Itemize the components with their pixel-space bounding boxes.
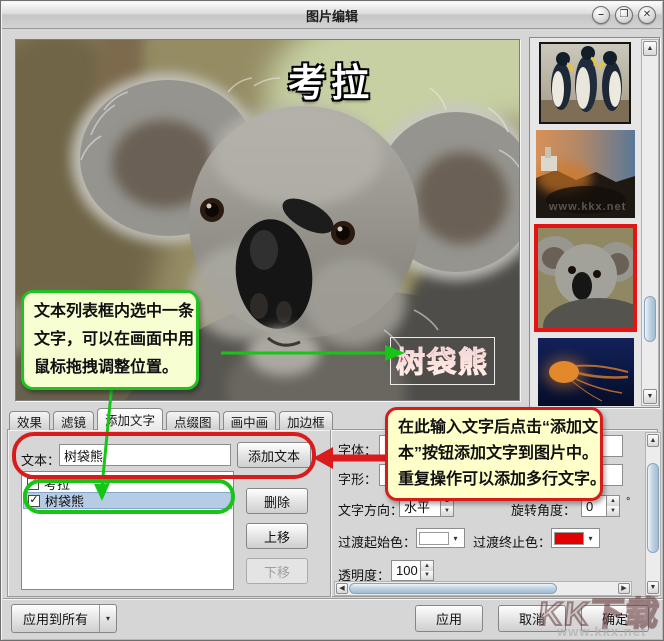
canvas-text-shudaixiong: 树袋熊 (395, 347, 490, 380)
list-item-shudaixiong[interactable]: ✓ 树袋熊 (23, 492, 232, 509)
callout-line: 鼠标拖拽调整位置。 (34, 359, 179, 376)
apply-to-all-label: 应用到所有 (22, 612, 88, 627)
apply-button[interactable]: 应用 (415, 605, 483, 632)
spin-down-icon[interactable]: ▼ (441, 506, 453, 516)
callout-line: 在此输入文字后点击“添加文 (398, 419, 599, 436)
titlebar[interactable]: 图片编辑 – ❐ ✕ (2, 2, 662, 29)
dropdown-icon[interactable]: ▾ (584, 534, 597, 543)
move-down-button[interactable]: 下移 (246, 558, 308, 584)
opacity-spinner[interactable]: 100 ▲ ▼ (391, 560, 434, 581)
move-up-button[interactable]: 上移 (246, 523, 308, 549)
add-text-button[interactable]: 添加文本 (237, 442, 311, 468)
tab-add-border[interactable]: 加边框 (279, 411, 333, 430)
sidebar-watermark: www.kkx.net (549, 201, 627, 213)
callout-line: 本”按钮添加文字到图片中。 (398, 444, 599, 462)
tab-picture-in-picture[interactable]: 画中画 (222, 411, 277, 430)
scroll-left-icon[interactable]: ◀ (336, 583, 348, 594)
tab-add-text[interactable]: 添加文字 (97, 408, 164, 430)
image-edit-dialog: 图片编辑 – ❐ ✕ 考拉 树袋熊 ▲ ▼ www.kkx.net 效果 滤镜 … (0, 0, 664, 641)
sidebar-scrollbar[interactable]: ▲ ▼ (641, 39, 659, 406)
scroll-down-icon[interactable]: ▼ (643, 389, 657, 404)
gradient-start-color-picker[interactable]: ▾ (416, 528, 465, 548)
list-item-koala[interactable]: ✓ 考拉 (23, 475, 232, 492)
checkbox-shudaixiong[interactable]: ✓ (28, 494, 40, 507)
maximize-icon[interactable]: ❐ (615, 6, 633, 24)
dropdown-icon[interactable]: ▾ (99, 605, 116, 632)
style-label: 字形： (338, 472, 378, 487)
scroll-up-icon[interactable]: ▲ (647, 434, 659, 447)
checkbox-koala[interactable]: ✓ (27, 477, 39, 490)
thumbnail-list: ▲ ▼ (529, 37, 660, 408)
end-color-swatch (554, 531, 584, 545)
panel-vertical-scrollbar[interactable]: ▲ ▼ (645, 432, 661, 596)
text-list[interactable]: ✓ 考拉 ✓ 树袋熊 (21, 471, 234, 590)
gradient-start-label: 过渡起始色： (338, 535, 417, 550)
opacity-value: 100 (391, 560, 421, 581)
rotation-label: 旋转角度： (511, 503, 577, 518)
close-icon[interactable]: ✕ (638, 6, 656, 24)
font-label: 字体： (338, 443, 378, 458)
scroll-up-icon[interactable]: ▲ (643, 41, 657, 56)
callout-line: 重复操作可以添加多行文字。 (398, 470, 607, 488)
canvas-text-koala[interactable]: 考拉 (288, 52, 374, 107)
site-watermark-url: www.kkx.net (557, 624, 647, 639)
callout-line: 文本列表框内选中一条 (34, 303, 195, 320)
callout-add-text-hint: 在此输入文字后点击“添加文 本”按钮添加文字到图片中。 重复操作可以添加多行文字… (385, 407, 607, 501)
text-label: 文本： (21, 453, 61, 468)
tab-effects[interactable]: 效果 (9, 411, 51, 430)
canvas-text-selection-box[interactable]: 树袋熊 (390, 337, 496, 385)
spin-up-icon[interactable]: ▲ (607, 496, 619, 506)
thumbnail-penguins[interactable] (539, 42, 631, 124)
apply-to-all-button[interactable]: 应用到所有 ▾ (11, 604, 117, 633)
callout-line: 文字，可以在画面中用 (34, 331, 195, 348)
degree-suffix: ° (626, 496, 631, 508)
panel-divider (330, 429, 332, 597)
window-title: 图片编辑 (305, 8, 358, 24)
vscroll-thumb[interactable] (647, 463, 659, 553)
start-color-swatch (419, 531, 449, 545)
tab-strip: 效果 滤镜 添加文字 点缀图 画中画 加边框 (9, 408, 333, 430)
tab-filters[interactable]: 滤镜 (53, 411, 95, 430)
thumbnail-koala[interactable] (534, 224, 637, 332)
dropdown-icon[interactable]: ▾ (449, 534, 462, 543)
spin-down-icon[interactable]: ▼ (421, 570, 433, 580)
delete-button[interactable]: 删除 (246, 488, 308, 514)
spin-down-icon[interactable]: ▼ (607, 506, 619, 516)
sidebar-scroll-thumb[interactable] (644, 296, 656, 342)
spin-up-icon[interactable]: ▲ (421, 561, 433, 571)
list-item-label: 树袋熊 (45, 494, 85, 509)
thumbnail-jellyfish[interactable] (538, 338, 634, 406)
hscroll-thumb[interactable] (349, 583, 557, 594)
callout-drag-hint: 文本列表框内选中一条 文字，可以在画面中用 鼠标拖拽调整位置。 (21, 290, 199, 390)
tab-decoration[interactable]: 点缀图 (166, 411, 220, 430)
direction-label: 文字方向： (338, 503, 404, 518)
gradient-end-color-picker[interactable]: ▾ (551, 528, 600, 548)
text-input[interactable] (59, 444, 231, 466)
minimize-icon[interactable]: – (592, 6, 610, 24)
gradient-end-label: 过渡终止色： (473, 535, 552, 550)
